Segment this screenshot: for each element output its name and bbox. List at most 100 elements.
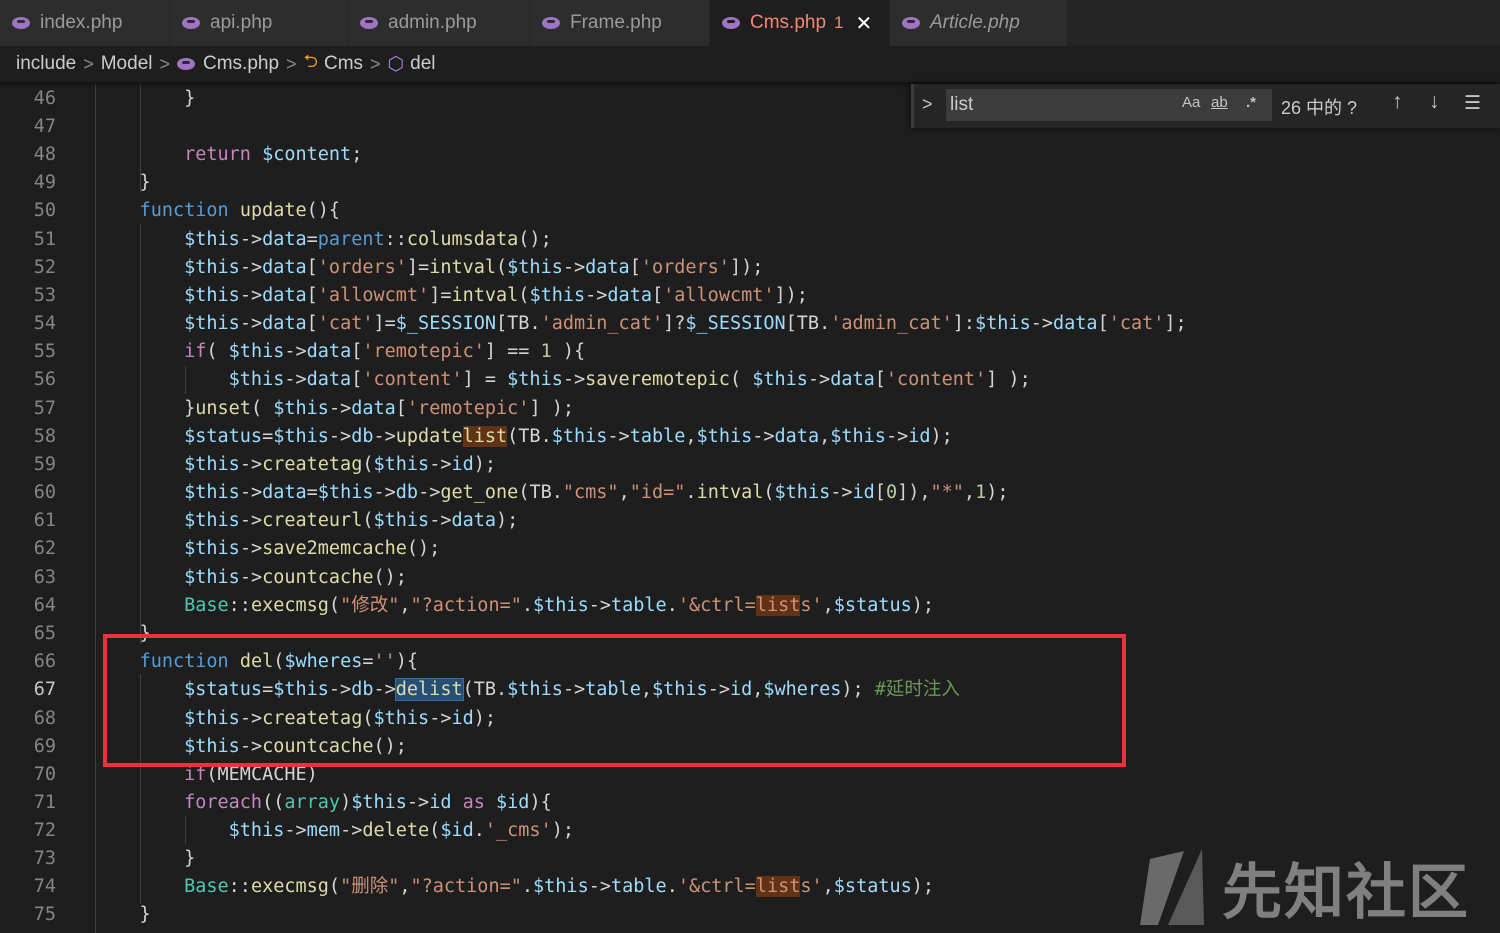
code-line: 72 $this->mem->delete($id.'_cms');	[0, 817, 1500, 845]
code-line: 61 $this->createurl($this->data);	[0, 507, 1500, 535]
tab-frame-php[interactable]: Frame.php	[530, 0, 710, 46]
line-number: 49	[33, 172, 56, 193]
code-text: return $content;	[184, 144, 363, 165]
php-icon	[902, 16, 920, 30]
code-text: function del($wheres=''){	[139, 651, 419, 672]
find-in-selection-icon[interactable]: ☰	[1464, 92, 1481, 115]
tab-index-php[interactable]: index.php	[0, 0, 170, 46]
line-number: 63	[33, 567, 56, 588]
previous-match-arrow-up-icon[interactable]: ↑	[1392, 90, 1403, 114]
match-case-button[interactable]: Aa	[1182, 94, 1200, 111]
watermark-text: 先知社区	[1222, 857, 1470, 928]
code-line: 71 foreach((array)$this->id as $id){	[0, 789, 1500, 817]
code-line: 65 }	[0, 620, 1500, 648]
next-match-arrow-down-icon[interactable]: ↓	[1429, 90, 1440, 114]
line-number: 70	[33, 764, 56, 785]
breadcrumb-item-include[interactable]: include	[16, 53, 76, 75]
match-count: 26 中的 ?	[1281, 98, 1358, 118]
line-number: 50	[33, 200, 56, 221]
chevron-right-icon: >	[370, 53, 381, 74]
php-icon	[542, 16, 560, 30]
code-line: 70 if(MEMCACHE)	[0, 761, 1500, 789]
php-icon	[12, 16, 30, 30]
code-line-current: 67 $status=$this->db->delist(TB.$this->t…	[0, 676, 1500, 704]
code-text: $this->data['content'] = $this->saveremo…	[228, 369, 1031, 390]
line-number: 67	[33, 679, 56, 700]
tab-label: Frame.php	[570, 12, 662, 33]
php-icon	[722, 16, 740, 30]
tab-label: Article.php	[930, 12, 1020, 33]
code-line: 66 function del($wheres=''){	[0, 648, 1500, 676]
tab-label: admin.php	[388, 12, 477, 33]
code-line: 55 if( $this->data['remotepic'] == 1 ){	[0, 338, 1500, 366]
code-text: }	[95, 88, 196, 109]
tab-label: api.php	[210, 12, 273, 33]
code-text: Base::execmsg("修改","?action=".$this->tab…	[184, 595, 935, 616]
code-text: }	[95, 172, 151, 193]
line-number: 68	[33, 708, 56, 729]
code-line: 53 $this->data['allowcmt']=intval($this-…	[0, 282, 1500, 310]
code-line: 54 $this->data['cat']=$_SESSION[TB.'admi…	[0, 310, 1500, 338]
line-number: 62	[33, 538, 56, 559]
code-text: if( $this->data['remotepic'] == 1 ){	[184, 341, 586, 362]
code-text: function update(){	[139, 200, 341, 221]
find-widget: > Aa ab .* 26 中的 ? ↑ ↓ ☰	[911, 84, 1500, 128]
breadcrumb-label: Cms.php	[203, 53, 280, 74]
breadcrumb-item-cms-class[interactable]: ⮌ Cms	[304, 49, 363, 79]
close-icon[interactable]: ✕	[856, 11, 873, 36]
line-number: 75	[33, 904, 56, 925]
line-number: 56	[33, 369, 56, 390]
use-regex-button[interactable]: .*	[1246, 94, 1256, 111]
code-text: if(MEMCACHE)	[184, 764, 318, 785]
code-text: }	[95, 904, 151, 925]
line-number: 51	[33, 229, 56, 250]
tab-admin-php[interactable]: admin.php	[348, 0, 530, 46]
code-text: $this->createtag($this->id);	[184, 708, 497, 729]
code-text: $this->createurl($this->data);	[184, 510, 519, 531]
line-number: 60	[33, 482, 56, 503]
code-line: 69 $this->countcache();	[0, 733, 1500, 761]
code-line: 52 $this->data['orders']=intval($this->d…	[0, 254, 1500, 282]
code-text: $this->save2memcache();	[184, 538, 441, 559]
code-line: 62 $this->save2memcache();	[0, 535, 1500, 563]
line-number: 47	[33, 116, 56, 137]
php-icon	[177, 57, 195, 71]
match-whole-word-button[interactable]: ab	[1211, 94, 1228, 111]
code-line: 59 $this->createtag($this->id);	[0, 451, 1500, 479]
code-line: 56 $this->data['content'] = $this->saver…	[0, 366, 1500, 394]
chevron-right-icon: >	[286, 53, 297, 74]
code-line: 50 function update(){	[0, 197, 1500, 225]
code-line: 64 Base::execmsg("修改","?action=".$this->…	[0, 592, 1500, 620]
code-editor[interactable]: 46 } 47 48 return $content; 49 } 50 func…	[0, 84, 1500, 933]
chevron-right-icon: >	[159, 53, 170, 74]
breadcrumb-item-cms-php[interactable]: Cms.php	[177, 53, 279, 75]
breadcrumb-label: include	[16, 53, 77, 74]
tab-cms-php[interactable]: Cms.php 1 ✕	[710, 0, 890, 46]
tab-label: index.php	[40, 12, 123, 33]
line-number: 53	[33, 285, 56, 306]
line-number: 72	[33, 820, 56, 841]
breadcrumb-item-del-method[interactable]: ⬡ del	[388, 53, 436, 76]
breadcrumb-label: Cms	[323, 53, 364, 74]
line-number: 74	[33, 876, 56, 897]
code-line: 51 $this->data=parent::columsdata();	[0, 226, 1500, 254]
tab-article-php[interactable]: Article.php	[890, 0, 1068, 46]
code-text: }	[95, 848, 196, 869]
toggle-replace-chevron-icon[interactable]: >	[922, 94, 933, 115]
code-text: $status=$this->db->updatelist(TB.$this->…	[184, 426, 953, 447]
breadcrumb-item-model[interactable]: Model	[101, 53, 153, 75]
tab-label: Cms.php	[750, 12, 827, 33]
code-text: }	[95, 623, 151, 644]
breadcrumb-label: Model	[100, 53, 153, 74]
code-text: $this->countcache();	[184, 736, 407, 757]
watermark: 先知社区	[1138, 846, 1488, 928]
code-text: $this->data['orders']=intval($this->data…	[184, 257, 764, 278]
tab-api-php[interactable]: api.php	[170, 0, 348, 46]
editor-tab-bar: index.php api.php admin.php Frame.php Cm…	[0, 0, 1500, 46]
line-number: 48	[33, 144, 56, 165]
breadcrumb-label: del	[410, 53, 436, 74]
code-line: 57 }unset( $this->data['remotepic'] );	[0, 395, 1500, 423]
class-icon: ⮌	[303, 51, 318, 71]
line-number: 46	[33, 88, 56, 109]
php-icon	[360, 16, 378, 30]
